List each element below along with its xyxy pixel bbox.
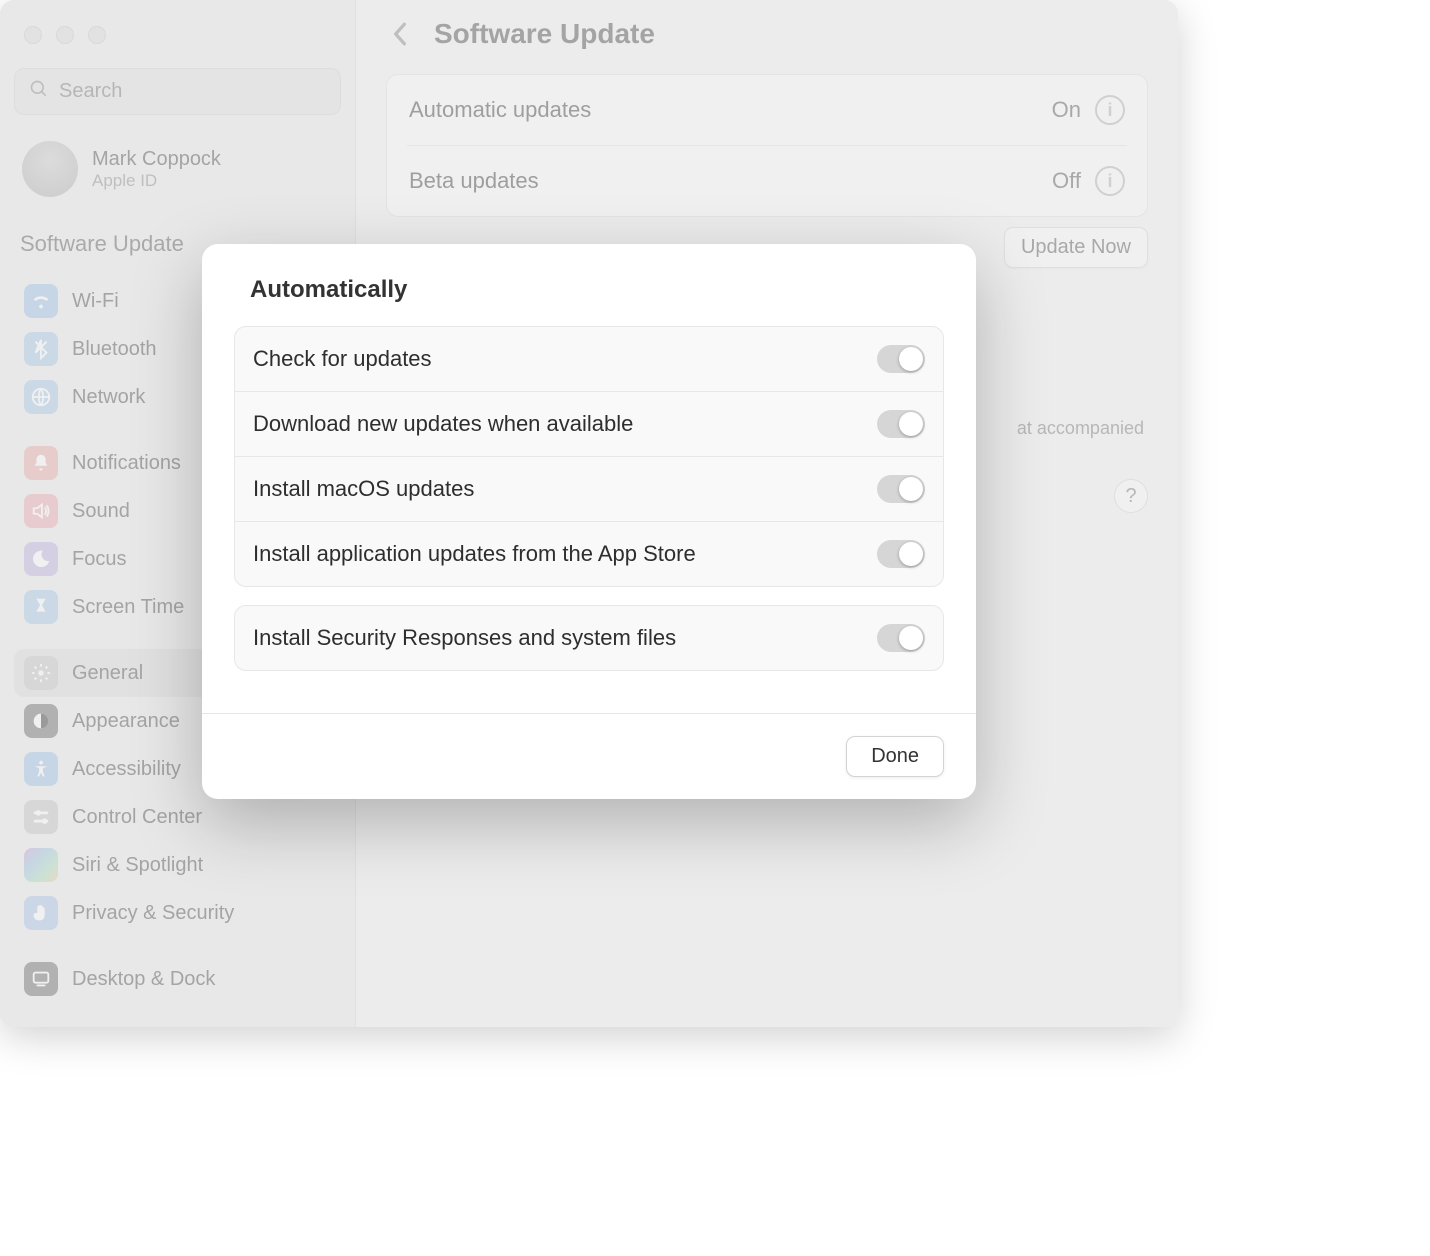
- toggle-label: Install Security Responses and system fi…: [253, 625, 676, 651]
- automatic-updates-modal: Automatically Check for updates Download…: [202, 244, 976, 799]
- modal-footer: Done: [202, 713, 976, 799]
- modal-group-security: Install Security Responses and system fi…: [234, 605, 944, 671]
- modal-group-main: Check for updates Download new updates w…: [234, 326, 944, 587]
- install-appstore-row: Install application updates from the App…: [235, 521, 943, 586]
- modal-title: Automatically: [234, 276, 944, 304]
- install-macos-toggle[interactable]: [877, 475, 925, 503]
- check-updates-row: Check for updates: [235, 327, 943, 391]
- download-updates-toggle[interactable]: [877, 410, 925, 438]
- install-appstore-toggle[interactable]: [877, 540, 925, 568]
- install-security-row: Install Security Responses and system fi…: [235, 606, 943, 670]
- toggle-label: Install macOS updates: [253, 476, 474, 502]
- done-button[interactable]: Done: [846, 736, 944, 777]
- toggle-label: Check for updates: [253, 346, 432, 372]
- toggle-label: Install application updates from the App…: [253, 541, 696, 567]
- install-security-toggle[interactable]: [877, 624, 925, 652]
- download-updates-row: Download new updates when available: [235, 391, 943, 456]
- install-macos-row: Install macOS updates: [235, 456, 943, 521]
- toggle-label: Download new updates when available: [253, 411, 633, 437]
- check-updates-toggle[interactable]: [877, 345, 925, 373]
